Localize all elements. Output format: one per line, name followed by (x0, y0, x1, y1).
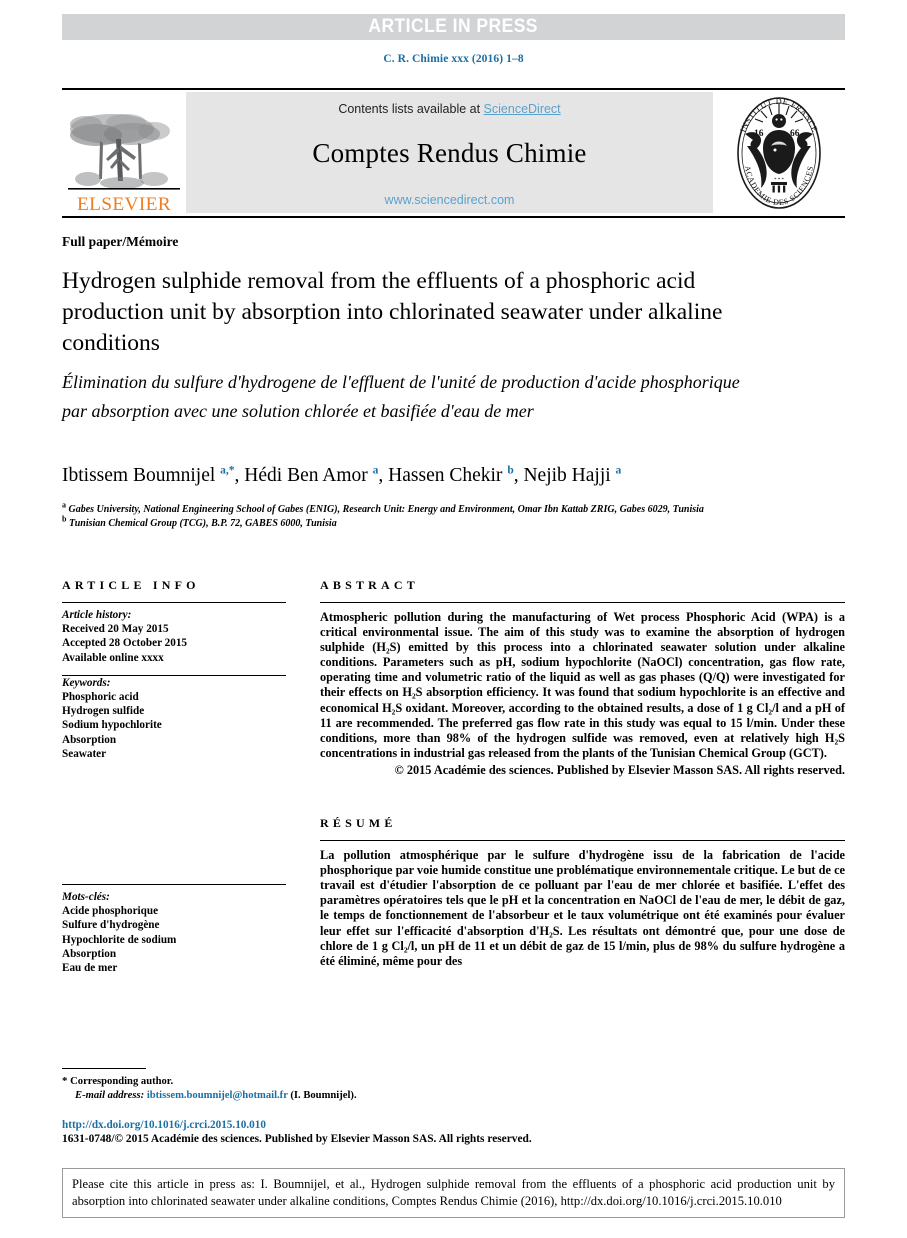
elsevier-logo: ELSEVIER (62, 90, 186, 216)
svg-text:* * *: * * * (774, 178, 785, 183)
author-list: Ibtissem Boumnijel a,*, Hédi Ben Amor a,… (62, 464, 852, 488)
email-line: E-mail address: ibtissem.boumnijel@hotma… (62, 1089, 582, 1103)
page-title-french: Élimination du sulfure d'hydrogene de l'… (62, 372, 740, 421)
doi-link[interactable]: http://dx.doi.org/10.1016/j.crci.2015.10… (62, 1118, 266, 1132)
motcle-item: Hypochlorite de sodium (62, 933, 177, 946)
article-info-rule-top (62, 602, 286, 603)
author-separator: , (378, 465, 389, 486)
keyword-item: Phosphoric acid (62, 691, 139, 704)
motcle-item: Sulfure d'hydrogène (62, 919, 160, 932)
academie-des-sciences-seal-icon: INSTITUT DE FRANCE ACADEMIE DES SCIENCES (737, 97, 821, 209)
author-separator: , (234, 465, 245, 486)
article-in-press-label: ARTICLE IN PRESS (368, 16, 539, 37)
resume-heading: RÉSUMÉ (320, 816, 397, 831)
keyword-item: Seawater (62, 747, 107, 760)
article-info-heading: ARTICLE INFO (62, 578, 200, 592)
keyword-item: Sodium hypochlorite (62, 719, 162, 732)
article-in-press-banner: ARTICLE IN PRESS (62, 14, 845, 40)
motscles-label: Mots-clés: (62, 891, 110, 903)
motcle-item: Absorption (62, 947, 117, 960)
affiliation-item: b Tunisian Chemical Group (TCG), B.P. 72… (62, 514, 802, 531)
motcle-item: Eau de mer (62, 962, 118, 975)
history-accepted: Accepted 28 October 2015 (62, 637, 188, 650)
contents-available-line: Contents lists available at ScienceDirec… (338, 102, 560, 116)
abstract-rule (320, 602, 845, 603)
affiliation-list: a Gabes University, National Engineering… (62, 500, 802, 531)
resume-body: La pollution atmosphérique par le sulfur… (320, 848, 845, 968)
history-received: Received 20 May 2015 (62, 623, 169, 636)
email-label: E-mail address: (75, 1090, 145, 1101)
journal-masthead: ELSEVIER Contents lists available at Sci… (62, 88, 845, 218)
motscles-block: Mots-clés: Acide phosphorique Sulfure d'… (62, 890, 286, 975)
resume-rule (320, 840, 845, 842)
motscles-column: Mots-clés: Acide phosphorique Sulfure d'… (62, 884, 286, 975)
page-title: Hydrogen sulphide removal from the efflu… (62, 268, 723, 356)
keyword-item: Absorption (62, 733, 117, 746)
paper-type-label: Full paper/Mémoire (62, 234, 179, 249)
abstract-heading: ABSTRACT (320, 578, 419, 592)
email-owner: (I. Boumnijel). (290, 1090, 357, 1101)
author-entry: Nejib Hajji a (523, 465, 621, 486)
affiliation-text: Gabes University, National Engineering S… (68, 504, 704, 515)
issn-copyright-line: 1631-0748/© 2015 Académie des sciences. … (62, 1133, 532, 1145)
history-available-online: Available online xxxx (62, 651, 164, 664)
author-affil-mark: a (615, 464, 622, 477)
abstract-column: ABSTRACT Atmospheric pollution during th… (320, 578, 845, 969)
sciencedirect-link[interactable]: ScienceDirect (484, 102, 561, 116)
keyword-item: Hydrogen sulfide (62, 705, 145, 718)
author-entry: Ibtissem Boumnijel a,* (62, 465, 235, 486)
affiliation-text: Tunisian Chemical Group (TCG), B.P. 72, … (68, 517, 337, 529)
abstract-copyright: © 2015 Académie des sciences. Published … (394, 762, 845, 777)
article-info-column: ARTICLE INFO Article history: Received 2… (62, 578, 286, 761)
author-name: Ibtissem Boumnijel (62, 465, 216, 486)
keywords-label: Keywords: (62, 676, 111, 689)
author-entry: Hassen Chekir b (388, 465, 514, 486)
affiliation-mark: a (62, 500, 66, 510)
motcle-item: Acide phosphorique (62, 905, 159, 918)
journal-banner-center: Contents lists available at ScienceDirec… (186, 92, 713, 213)
affiliation-mark: b (62, 514, 67, 524)
article-history-label: Article history: (62, 609, 132, 621)
author-name: Hassen Chekir (388, 465, 503, 486)
corresponding-author-footnote: * Corresponding author. E-mail address: … (62, 1074, 582, 1103)
elsevier-tree-icon (68, 114, 180, 190)
journal-title: Comptes Rendus Chimie (312, 138, 587, 168)
author-affil-mark: a,* (220, 464, 235, 477)
corresponding-author-label: Corresponding author. (70, 1076, 174, 1087)
academie-seal: INSTITUT DE FRANCE ACADEMIE DES SCIENCES (713, 90, 845, 216)
elsevier-wordmark: ELSEVIER (77, 194, 171, 215)
footnote-divider (62, 1068, 146, 1069)
article-history-block: Article history: Received 20 May 2015 Ac… (62, 608, 286, 665)
affiliation-item: a Gabes University, National Engineering… (62, 500, 802, 517)
author-separator: , (513, 465, 524, 486)
email-link[interactable]: ibtissem.boumnijel@hotmail.fr (147, 1090, 288, 1101)
abstract-body: Atmospheric pollution during the manufac… (320, 610, 845, 760)
journal-reference-line: C. R. Chimie xxx (2016) 1–8 (383, 53, 524, 65)
sciencedirect-url[interactable]: www.sciencedirect.com (385, 193, 515, 207)
motscles-rule (62, 884, 286, 885)
resume-section: RÉSUMÉ La pollution atmosphérique par le… (320, 816, 845, 969)
citation-text: Please cite this article in press as: I.… (72, 1177, 835, 1208)
footnote-asterisk: * (62, 1075, 68, 1087)
citation-box: Please cite this article in press as: I.… (62, 1168, 845, 1218)
author-name: Hédi Ben Amor (244, 465, 368, 486)
author-name: Nejib Hajji (523, 465, 611, 486)
contents-prefix-text: Contents lists available at (338, 102, 484, 116)
author-entry: Hédi Ben Amor a (244, 465, 378, 486)
keywords-block: Keywords: Phosphoric acid Hydrogen sulfi… (62, 676, 286, 761)
